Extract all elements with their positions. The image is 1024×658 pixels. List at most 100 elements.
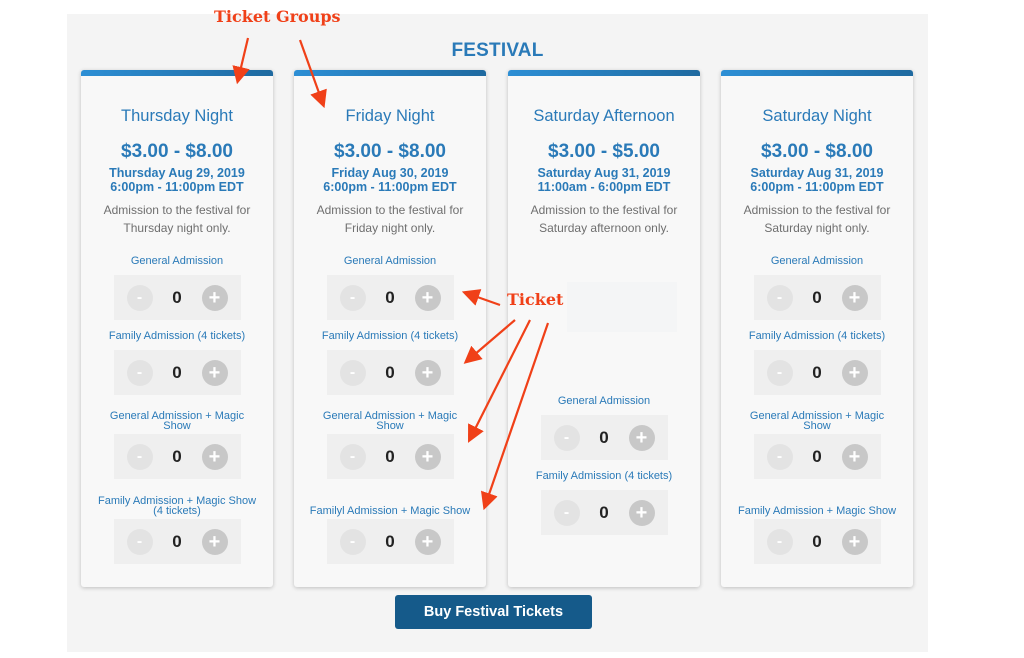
annotation-ticket: Ticket (507, 290, 564, 309)
increment-button[interactable]: + (841, 284, 868, 311)
ticket-label: Family Admission + Magic Show (737, 505, 897, 517)
decrement-button[interactable]: - (766, 359, 793, 386)
decrement-button[interactable]: - (339, 359, 366, 386)
quantity-stepper: - 0 + (326, 275, 454, 320)
ticket-label: General Admission (770, 255, 864, 267)
ticket-group-date: Friday Aug 30, 2019 (331, 166, 449, 180)
quantity-value: 0 (172, 287, 182, 307)
ticket-label: General Admission + Magic Show (749, 410, 885, 432)
decrement-button[interactable]: - (766, 284, 793, 311)
increment-button[interactable]: + (628, 499, 655, 526)
quantity-value: 0 (385, 446, 395, 466)
quantity-value: 0 (599, 502, 609, 522)
decrement-button[interactable]: - (766, 528, 793, 555)
ticket-general-admission: General Admission - 0 + (81, 250, 273, 320)
ticket-general-admission: General Admission - 0 + (294, 250, 486, 320)
ticket-group-title: Friday Night (345, 107, 435, 125)
increment-button[interactable]: + (414, 528, 441, 555)
increment-button[interactable]: + (201, 443, 228, 470)
quantity-stepper: - 0 + (540, 415, 668, 460)
quantity-value: 0 (172, 531, 182, 551)
quantity-value: 0 (812, 446, 822, 466)
quantity-value: 0 (385, 287, 395, 307)
card-accent-bar (721, 70, 913, 76)
quantity-stepper: - 0 + (540, 490, 668, 535)
annotation-ticket-groups: Ticket Groups (214, 7, 341, 26)
ticket-family-admission: Family Admission (4 tickets) - 0 + (294, 325, 486, 395)
ticket-group-card-saturday-afternoon: Saturday Afternoon $3.00 - $5.00 Saturda… (508, 70, 700, 587)
increment-button[interactable]: + (414, 443, 441, 470)
quantity-value: 0 (812, 531, 822, 551)
ticket-label: General Admission (343, 255, 437, 267)
quantity-value: 0 (172, 362, 182, 382)
decrement-button[interactable]: - (126, 284, 153, 311)
ticket-group-title: Thursday Night (121, 107, 233, 125)
ticket-label: General Admission + Magic Show (322, 410, 458, 432)
ticket-group-description: Admission to the festival for Saturday n… (743, 203, 891, 235)
ticket-family-admission-magic-show: Familyl Admission + Magic Show - 0 + (294, 494, 486, 564)
increment-button[interactable]: + (841, 443, 868, 470)
quantity-value: 0 (812, 362, 822, 382)
quantity-stepper: - 0 + (753, 350, 881, 395)
quantity-stepper: - 0 + (326, 350, 454, 395)
quantity-stepper: - 0 + (753, 275, 881, 320)
ticket-group-card-saturday-night: Saturday Night $3.00 - $8.00 Saturday Au… (721, 70, 913, 587)
quantity-stepper: - 0 + (753, 434, 881, 479)
quantity-value: 0 (172, 446, 182, 466)
ticket-label: Family Admission (4 tickets) (748, 330, 886, 342)
quantity-value: 0 (599, 427, 609, 447)
decrement-button[interactable]: - (126, 359, 153, 386)
ticket-general-admission-magic-show: General Admission + Magic Show - 0 + (81, 409, 273, 479)
card-accent-bar (294, 70, 486, 76)
buy-festival-tickets-button[interactable]: Buy Festival Tickets (395, 595, 592, 629)
increment-button[interactable]: + (841, 359, 868, 386)
quantity-stepper: - 0 + (326, 519, 454, 564)
quantity-stepper: - 0 + (113, 519, 241, 564)
ticket-group-price: $3.00 - $8.00 (761, 141, 873, 162)
increment-button[interactable]: + (201, 528, 228, 555)
decrement-button[interactable]: - (339, 528, 366, 555)
quantity-stepper: - 0 + (326, 434, 454, 479)
ticket-general-admission-magic-show: General Admission + Magic Show - 0 + (721, 409, 913, 479)
ticket-label: Family Admission (4 tickets) (108, 330, 246, 342)
increment-button[interactable]: + (628, 424, 655, 451)
increment-button[interactable]: + (201, 359, 228, 386)
ticket-group-description: Admission to the festival for Thursday n… (103, 203, 251, 235)
quantity-value: 0 (812, 287, 822, 307)
increment-button[interactable]: + (414, 284, 441, 311)
decrement-button[interactable]: - (766, 443, 793, 470)
ticket-general-admission-magic-show: General Admission + Magic Show - 0 + (294, 409, 486, 479)
ticket-general-admission: General Admission - 0 + (721, 250, 913, 320)
ticket-group-title: Saturday Afternoon (533, 107, 675, 125)
ticket-group-price: $3.00 - $8.00 (121, 141, 233, 162)
decrement-button[interactable]: - (339, 443, 366, 470)
ticket-group-description: Admission to the festival for Saturday a… (530, 203, 678, 235)
ticket-group-time: 6:00pm - 11:00pm EDT (323, 180, 457, 194)
decrement-button[interactable]: - (126, 443, 153, 470)
festival-panel: FESTIVAL Thursday Night $3.00 - $8.00 Th… (67, 14, 928, 652)
ticket-group-description: Admission to the festival for Friday nig… (316, 203, 464, 235)
decrement-button[interactable]: - (339, 284, 366, 311)
increment-button[interactable]: + (201, 284, 228, 311)
card-accent-bar (508, 70, 700, 76)
increment-button[interactable]: + (414, 359, 441, 386)
increment-button[interactable]: + (841, 528, 868, 555)
quantity-stepper: - 0 + (113, 434, 241, 479)
decrement-button[interactable]: - (126, 528, 153, 555)
ticket-group-price: $3.00 - $8.00 (334, 141, 446, 162)
quantity-stepper: - 0 + (753, 519, 881, 564)
quantity-value: 0 (385, 531, 395, 551)
ticket-family-admission: Family Admission (4 tickets) - 0 + (508, 465, 700, 535)
ticket-label: Family Admission (4 tickets) (535, 470, 673, 482)
decrement-button[interactable]: - (553, 499, 580, 526)
ticket-label: Familyl Admission + Magic Show (309, 505, 471, 517)
ticket-general-admission: General Admission - 0 + (508, 390, 700, 460)
quantity-stepper: - 0 + (113, 350, 241, 395)
decrement-button[interactable]: - (553, 424, 580, 451)
ticket-group-date: Thursday Aug 29, 2019 (109, 166, 245, 180)
ticket-label: Family Admission + Magic Show (4 tickets… (97, 495, 257, 517)
ticket-family-admission-magic-show: Family Admission + Magic Show - 0 + (721, 494, 913, 564)
card-accent-bar (81, 70, 273, 76)
ticket-label: General Admission + Magic Show (109, 410, 245, 432)
ticket-family-admission: Family Admission (4 tickets) - 0 + (721, 325, 913, 395)
